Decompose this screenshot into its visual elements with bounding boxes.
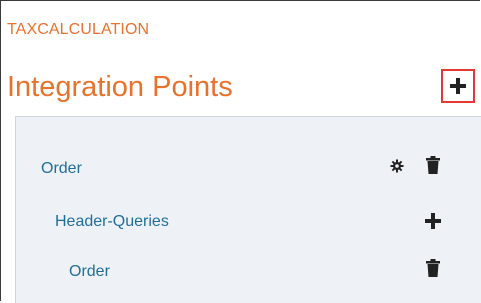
- gear-icon[interactable]: [388, 157, 406, 175]
- integration-points-panel: Order Header-Queries Order: [15, 116, 481, 303]
- page-title: Integration Points: [7, 71, 233, 103]
- tree-item-order-child[interactable]: Order: [69, 260, 110, 284]
- app-name: TAXCALCULATION: [7, 21, 150, 38]
- trash-icon[interactable]: [425, 155, 441, 175]
- plus-icon[interactable]: [424, 212, 442, 230]
- tree-item-label[interactable]: Header-Queries: [55, 213, 169, 231]
- app-frame: TAXCALCULATION Integration Points Order: [0, 0, 481, 303]
- tree-item-label[interactable]: Order: [41, 160, 82, 178]
- tree-item-label[interactable]: Order: [69, 263, 110, 281]
- plus-icon: [450, 78, 466, 94]
- tree-item-order[interactable]: Order: [41, 157, 82, 181]
- trash-icon[interactable]: [425, 258, 441, 278]
- tree-item-header-queries[interactable]: Header-Queries: [55, 210, 169, 234]
- add-integration-point-button[interactable]: [441, 69, 475, 103]
